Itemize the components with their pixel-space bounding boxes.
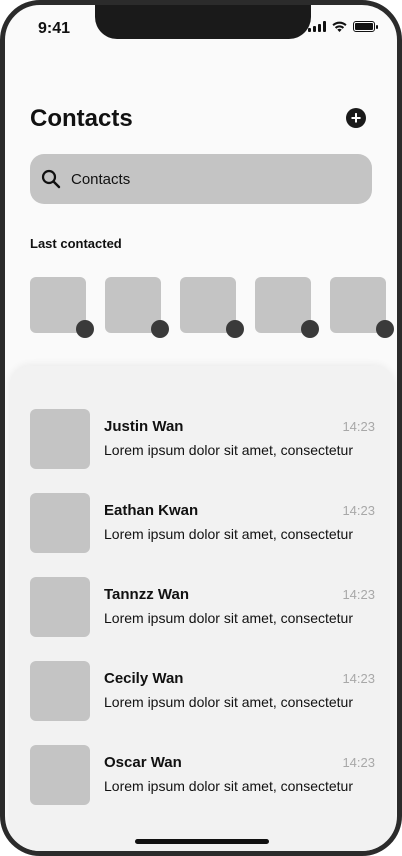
plus-icon: + [350,108,362,128]
status-dot [376,320,394,338]
avatar [30,661,90,721]
contact-row[interactable]: Eathan Kwan 14:23 Lorem ipsum dolor sit … [30,493,375,553]
contacts-sheet: Justin Wan 14:23 Lorem ipsum dolor sit a… [9,366,395,851]
contact-row[interactable]: Justin Wan 14:23 Lorem ipsum dolor sit a… [30,409,375,469]
recent-contact[interactable] [180,277,244,338]
status-dot [76,320,94,338]
contact-row[interactable]: Tannzz Wan 14:23 Lorem ipsum dolor sit a… [30,577,375,637]
add-contact-button[interactable]: + [346,108,366,128]
recent-contact[interactable] [105,277,169,338]
page-title: Contacts [30,105,133,132]
recent-contact[interactable] [330,277,394,338]
contact-name: Eathan Kwan [104,502,199,519]
contact-message: Lorem ipsum dolor sit amet, consectetur [104,610,353,626]
contact-message: Lorem ipsum dolor sit amet, consectetur [104,694,353,710]
search-bar[interactable] [30,154,372,204]
notch [95,5,311,39]
contact-time: 14:23 [342,419,375,434]
status-dot [151,320,169,338]
contact-row[interactable]: Cecily Wan 14:23 Lorem ipsum dolor sit a… [30,661,375,721]
recent-contact[interactable] [30,277,94,338]
avatar [30,745,90,805]
status-time: 9:41 [38,20,71,37]
contact-time: 14:23 [342,587,375,602]
phone-frame: 9:41 Contacts + Last contacted Just [0,0,402,856]
signal-icon [308,21,326,32]
contact-time: 14:23 [342,755,375,770]
contact-message: Lorem ipsum dolor sit amet, consectetur [104,526,353,542]
contact-time: 14:23 [342,671,375,686]
contact-name: Cecily Wan [104,670,184,687]
search-icon [41,169,61,189]
avatar [30,493,90,553]
avatar [30,409,90,469]
recent-contact[interactable] [255,277,319,338]
last-contacted-label: Last contacted [30,236,122,251]
status-icons [308,21,378,32]
wifi-icon [332,21,347,32]
avatar [30,577,90,637]
contact-name: Tannzz Wan [104,586,189,603]
contact-name: Justin Wan [104,418,184,435]
contact-message: Lorem ipsum dolor sit amet, consectetur [104,442,353,458]
contact-message: Lorem ipsum dolor sit amet, consectetur [104,778,353,794]
battery-icon [353,21,378,32]
contact-time: 14:23 [342,503,375,518]
contact-name: Oscar Wan [104,754,182,771]
home-indicator[interactable] [135,839,269,844]
contact-row[interactable]: Oscar Wan 14:23 Lorem ipsum dolor sit am… [30,745,375,805]
search-input[interactable] [71,170,341,188]
status-dot [226,320,244,338]
status-dot [301,320,319,338]
last-contacted-list [30,277,394,338]
